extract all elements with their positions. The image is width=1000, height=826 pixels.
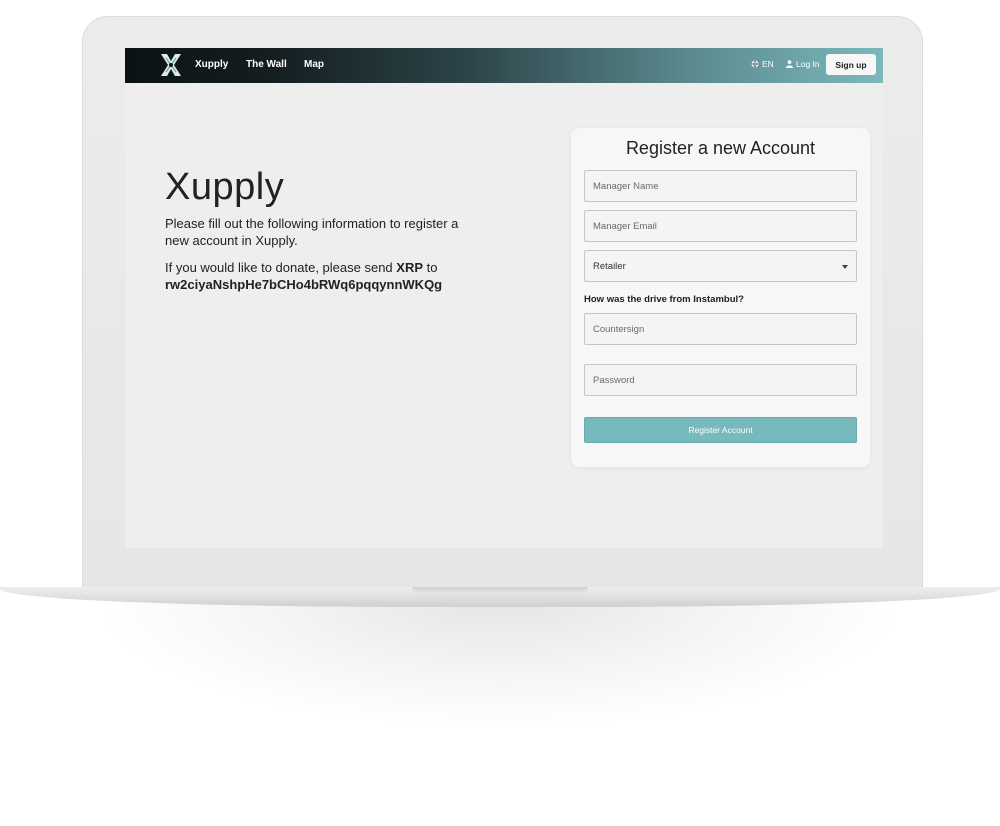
- caret-down-icon: [842, 265, 848, 269]
- account-type-value: Retailer: [593, 260, 626, 272]
- navbar: Xupply The Wall Map EN Log In Sign up: [125, 48, 883, 83]
- nav-link-map[interactable]: Map: [304, 59, 324, 70]
- user-icon: [786, 60, 793, 68]
- login-link[interactable]: Log In: [786, 59, 820, 69]
- xupply-logo-icon[interactable]: [159, 53, 183, 77]
- manager-email-input[interactable]: Manager Email: [584, 210, 857, 242]
- donate-currency: XRP: [396, 260, 424, 275]
- language-selector[interactable]: EN: [751, 59, 774, 69]
- register-card: Register a new Account Manager Name Mana…: [571, 128, 870, 467]
- laptop-shadow: [90, 600, 910, 730]
- donate-prefix: If you would like to donate, please send: [165, 260, 393, 275]
- laptop-screen: Xupply The Wall Map EN Log In Sign up Xu…: [125, 48, 883, 548]
- manager-name-input[interactable]: Manager Name: [584, 170, 857, 202]
- page-description: Please fill out the following informatio…: [165, 216, 459, 248]
- page-title: Xupply: [165, 166, 285, 208]
- login-label: Log In: [796, 59, 820, 69]
- donate-address: rw2ciyaNshpHe7bCHo4bRWq6pqqynnWKQg: [165, 277, 443, 292]
- countersign-question: How was the drive from Instambul?: [584, 294, 744, 305]
- countersign-input[interactable]: Countersign: [584, 313, 857, 345]
- register-account-button[interactable]: Register Account: [584, 417, 857, 443]
- account-type-select[interactable]: Retailer: [584, 250, 857, 282]
- register-title: Register a new Account: [625, 138, 816, 158]
- globe-icon: [751, 60, 759, 68]
- signup-button[interactable]: Sign up: [826, 54, 876, 75]
- nav-link-the-wall[interactable]: The Wall: [246, 59, 287, 70]
- laptop-notch: [412, 587, 588, 593]
- donate-text: If you would like to donate, please send…: [165, 259, 485, 293]
- donate-to: to: [426, 260, 438, 275]
- language-label: EN: [762, 59, 774, 69]
- brand-link[interactable]: Xupply: [195, 59, 228, 70]
- password-input[interactable]: Password: [584, 364, 857, 396]
